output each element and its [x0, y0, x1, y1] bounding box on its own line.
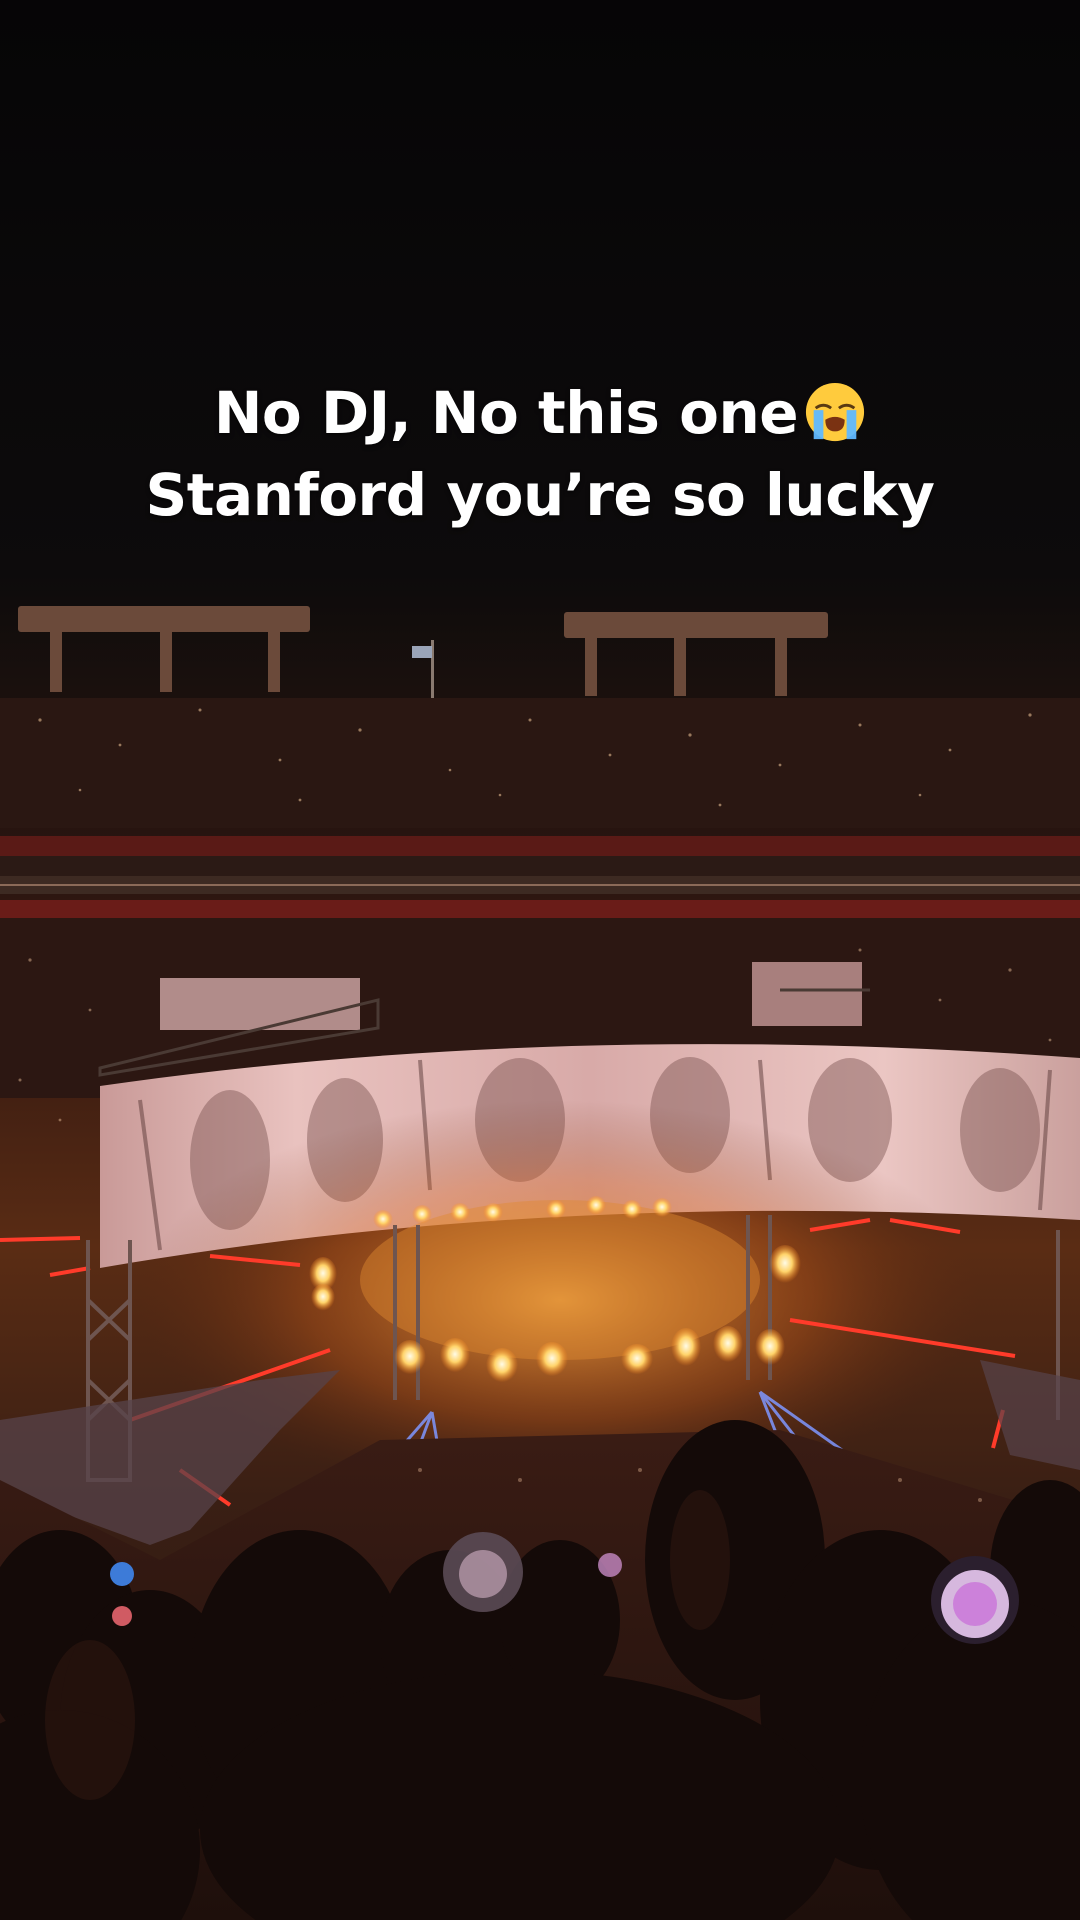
light-tower-right [564, 612, 828, 696]
runway-right [980, 1360, 1080, 1470]
flag [412, 646, 432, 658]
caption-line-1-text: No DJ, No this one [213, 379, 799, 447]
video-frame: No DJ, No this one Stanford you’re so lu… [0, 0, 1080, 1920]
light-tower-left [18, 606, 310, 692]
caption-line-1: No DJ, No this one [0, 372, 1080, 454]
side-screen-right [752, 962, 862, 1026]
caption-line-2: Stanford you’re so lucky [145, 461, 935, 529]
concert-scene [0, 606, 1080, 1920]
ring-of-honor-band [0, 836, 1080, 856]
lower-banner-band [0, 900, 1080, 918]
loudly-crying-face-icon [806, 382, 865, 442]
side-screen-left [160, 978, 360, 1030]
lightstick-center [443, 1532, 523, 1612]
lightstick-right [931, 1556, 1019, 1644]
video-caption: No DJ, No this one Stanford you’re so lu… [0, 372, 1080, 536]
upper-crowd [0, 698, 1080, 828]
